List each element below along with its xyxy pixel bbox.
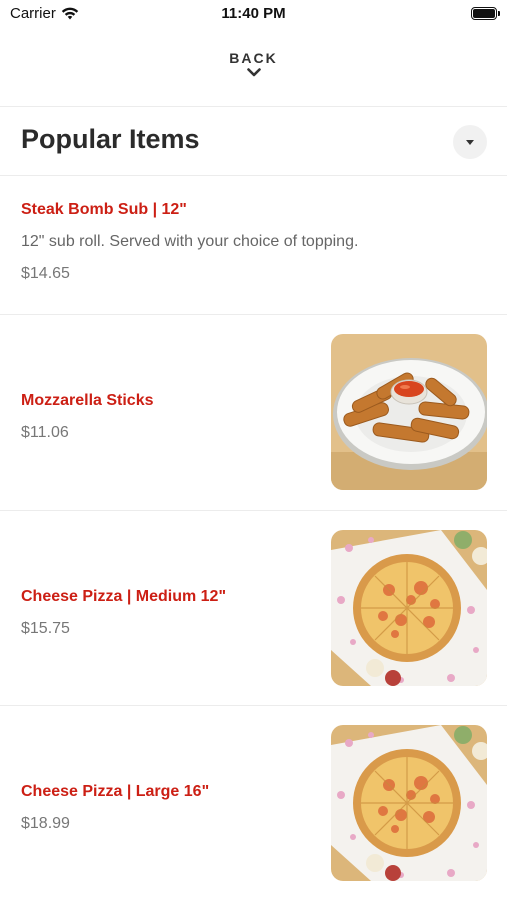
item-photo-cheese-pizza-medium [331,530,487,686]
item-description: 12" sub roll. Served with your choice of… [21,233,359,250]
item-price: $18.99 [21,815,70,832]
status-time: 11:40 PM [221,5,286,22]
chevron-down-icon [246,68,261,77]
item-photo-cheese-pizza-large [331,725,487,881]
battery-icon [471,7,500,20]
item-price: $15.75 [21,620,70,637]
back-button[interactable]: BACK [0,50,507,77]
item-photo-mozzarella-sticks [331,334,487,490]
status-bar: Carrier 11:40 PM [0,0,507,28]
header-divider [0,106,507,107]
item-price: $11.06 [21,424,69,441]
section-title: Popular Items [21,124,200,154]
caret-down-icon [466,139,474,145]
section-toggle-button[interactable] [453,125,487,159]
back-label: BACK [229,50,278,66]
menu-item-steak-bomb-sub[interactable]: Steak Bomb Sub | 12" 12" sub roll. Serve… [0,176,507,314]
menu-item-mozzarella-sticks[interactable]: Mozzarella Sticks $11.06 [0,315,507,510]
item-name: Cheese Pizza | Large 16" [21,783,210,800]
menu-item-cheese-pizza-medium[interactable]: Cheese Pizza | Medium 12" $15.75 [0,511,507,705]
menu-item-cheese-pizza-large[interactable]: Cheese Pizza | Large 16" $18.99 [0,706,507,900]
item-name: Cheese Pizza | Medium 12" [21,588,227,605]
item-name: Mozzarella Sticks [21,392,154,409]
item-name: Steak Bomb Sub | 12" [21,201,187,218]
item-price: $14.65 [21,265,70,282]
